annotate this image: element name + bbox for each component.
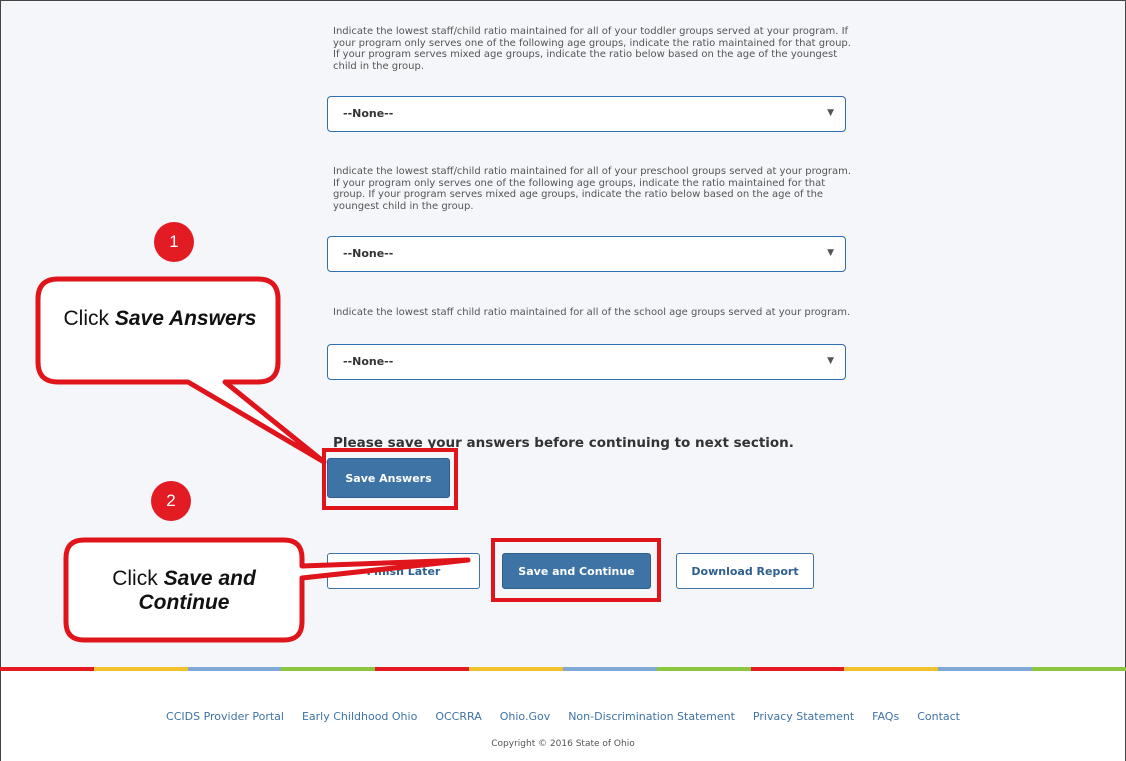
callout-2-prefix: Click [112,567,164,590]
callout-1-bold: Save Answers [114,307,257,330]
footer-link-early-childhood-ohio[interactable]: Early Childhood Ohio [302,710,417,723]
callout-overlay [35,276,471,643]
footer-link-ohio-gov[interactable]: Ohio.Gov [500,710,550,723]
copyright: Copyright © 2016 State of Ohio [491,739,635,749]
step-2-badge: 2 [151,481,191,521]
callout-2-text: Click Save and Continue [86,567,282,615]
footer-link-occrra[interactable]: OCCRRA [435,710,481,723]
step-1-badge: 1 [154,222,194,262]
footer-color-stripe [0,667,1126,671]
footer-link-privacy[interactable]: Privacy Statement [753,710,854,723]
callout-1-text: Click Save Answers [60,307,260,331]
footer-link-faqs[interactable]: FAQs [872,710,899,723]
footer-links: CCIDS Provider Portal Early Childhood Oh… [0,710,1126,723]
footer-link-ccids[interactable]: CCIDS Provider Portal [166,710,284,723]
footer-link-non-discrimination[interactable]: Non-Discrimination Statement [568,710,735,723]
footer-link-contact[interactable]: Contact [917,710,960,723]
callout-1-prefix: Click [63,307,115,330]
